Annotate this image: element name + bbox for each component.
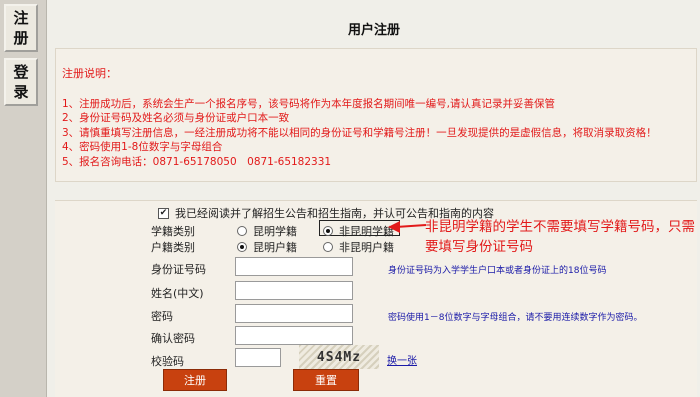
household-type-option-kunming[interactable]: 昆明户籍 — [237, 239, 297, 255]
id-number-input[interactable] — [235, 257, 353, 276]
captcha-input[interactable] — [235, 348, 281, 367]
notice-line: 1、注册成功后，系统会生产一个报名序号，该号码将作为本年度报名期间唯一编号,请认… — [62, 98, 556, 110]
radio-label: 非昆明学籍 — [339, 225, 394, 238]
radio-icon — [323, 242, 333, 252]
student-type-option-kunming[interactable]: 昆明学籍 — [237, 223, 297, 239]
nav-register-button[interactable]: 注 册 — [4, 4, 38, 52]
notice-line: 4、密码使用1-8位数字与字母组合 — [62, 141, 223, 154]
student-type-label: 学籍类别 — [151, 225, 195, 238]
agree-checkbox[interactable]: ✔ — [158, 207, 169, 219]
confirm-password-input[interactable] — [235, 326, 353, 345]
notice-line: 5、报名咨询电话：0871-65178050 0871-65182331 — [62, 155, 332, 168]
name-input[interactable] — [235, 281, 353, 300]
password-input[interactable] — [235, 304, 353, 323]
confirm-password-label: 确认密码 — [151, 332, 195, 345]
captcha-refresh-link[interactable]: 换一张 — [387, 352, 417, 367]
main-panel: 用户注册 注册说明： 1、注册成功后，系统会生产一个报名序号，该号码将作为本年度… — [46, 0, 700, 397]
nav-register-char-1: 注 — [13, 9, 29, 27]
nav-login-char-1: 登 — [13, 63, 29, 81]
annotation-callout: 非昆明学籍的学生不需要填写学籍号码，只需要填写身份证号码 — [425, 219, 695, 255]
notice-line: 2、身份证号码及姓名必须与身份证或户口本一致 — [62, 112, 290, 125]
radio-label: 昆明学籍 — [253, 225, 297, 238]
submit-button[interactable]: 注册 — [163, 369, 227, 391]
notice-title: 注册说明： — [62, 67, 117, 80]
left-nav: 注 册 登 录 — [0, 0, 44, 397]
password-label: 密码 — [151, 310, 173, 323]
radio-label: 昆明户籍 — [253, 241, 297, 254]
registration-notice: 注册说明： 1、注册成功后，系统会生产一个报名序号，该号码将作为本年度报名期间唯… — [55, 48, 697, 182]
name-label: 姓名(中文) — [151, 287, 204, 300]
captcha-image: 4S4Mz — [299, 345, 379, 369]
captcha-label: 校验码 — [151, 355, 184, 368]
notice-line: 3、请慎重填写注册信息，一经注册成功将不能以相同的身份证号和学籍号注册！一旦发现… — [62, 126, 657, 139]
radio-icon — [237, 226, 247, 236]
reset-button[interactable]: 重置 — [293, 369, 359, 391]
household-type-option-non-kunming[interactable]: 非昆明户籍 — [323, 239, 394, 255]
nav-login-char-2: 录 — [13, 83, 29, 101]
nav-login-button[interactable]: 登 录 — [4, 58, 38, 106]
household-type-label: 户籍类别 — [151, 241, 195, 254]
password-hint: 密码使用1－8位数字与字母组合，请不要用连续数字作为密码。 — [388, 313, 643, 323]
id-number-hint: 身份证号码为入学学生户口本或者身份证上的18位号码 — [388, 266, 607, 276]
radio-icon — [237, 242, 247, 252]
student-type-option-non-kunming[interactable]: 非昆明学籍 — [323, 223, 394, 239]
radio-icon — [323, 226, 333, 236]
nav-register-char-2: 册 — [13, 29, 29, 47]
id-number-label: 身份证号码 — [151, 263, 206, 276]
radio-label: 非昆明户籍 — [339, 241, 394, 254]
page-title: 用户注册 — [347, 23, 400, 38]
